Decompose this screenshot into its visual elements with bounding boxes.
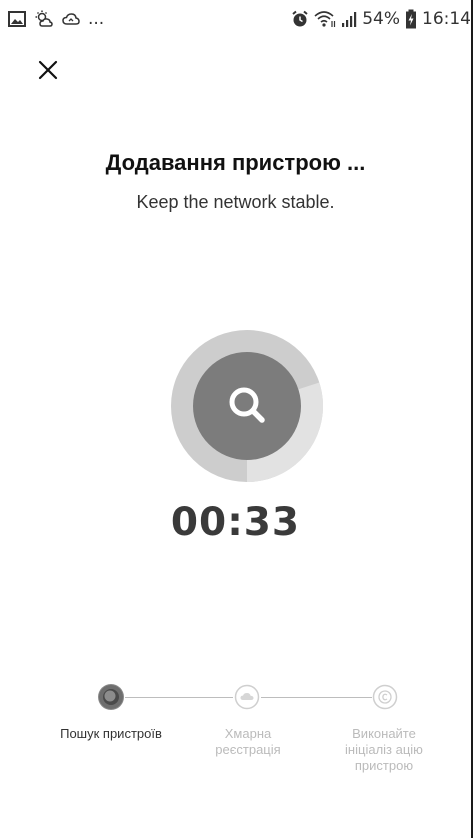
page-subtitle: Keep the network stable. bbox=[136, 192, 335, 212]
status-time: 16:14 bbox=[422, 9, 471, 29]
close-icon bbox=[38, 60, 58, 85]
battery-charging-icon bbox=[405, 9, 417, 29]
cloud-sync-notification-icon bbox=[62, 11, 80, 27]
status-bar-right: 54% 16:14 bbox=[291, 9, 471, 29]
status-bar: ... 54% 16:14 bbox=[0, 0, 471, 42]
status-bar-left: ... bbox=[8, 9, 104, 29]
step-dot-search bbox=[98, 684, 124, 710]
alarm-icon bbox=[291, 10, 309, 28]
step-label-cloud: Хмарна реєстрація bbox=[215, 726, 281, 757]
step-dot-cloud bbox=[234, 684, 260, 710]
device-add-screen: ... 54% 16:14 Додавання пристрою ... Kee… bbox=[0, 0, 473, 838]
signal-icon bbox=[341, 10, 357, 28]
ring-inner-circle bbox=[193, 352, 301, 460]
step-connector-1 bbox=[125, 697, 233, 698]
weather-notification-icon bbox=[34, 10, 54, 28]
battery-percent: 54% bbox=[362, 9, 400, 29]
gallery-notification-icon bbox=[8, 11, 26, 27]
copyright-icon bbox=[372, 684, 398, 710]
search-step-icon bbox=[99, 685, 123, 709]
step-dot-initialize bbox=[372, 684, 398, 710]
close-button[interactable] bbox=[30, 54, 66, 90]
more-notifications-indicator: ... bbox=[88, 9, 105, 29]
progress-stepper: Пошук пристроїв Хмарна реєстрація Викона… bbox=[0, 684, 471, 804]
cloud-icon bbox=[234, 684, 260, 710]
search-progress-ring bbox=[171, 330, 323, 482]
page-title: Додавання пристрою ... bbox=[105, 150, 366, 175]
step-connector-2 bbox=[261, 697, 372, 698]
step-label-search: Пошук пристроїв bbox=[60, 726, 162, 741]
wifi-icon bbox=[314, 10, 336, 28]
step-label-initialize: Виконайте ініціаліз ацію пристрою bbox=[345, 726, 423, 773]
elapsed-timer: 00:33 bbox=[170, 500, 301, 545]
